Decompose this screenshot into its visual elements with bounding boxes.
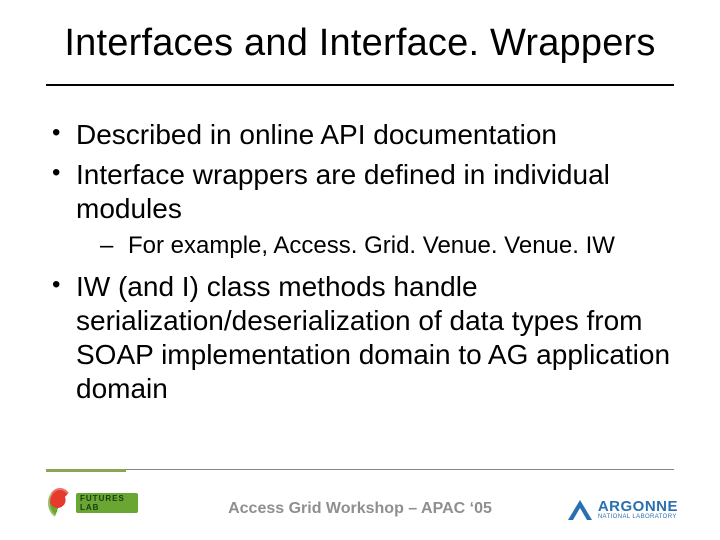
bullet-item: Interface wrappers are defined in indivi… [48, 158, 672, 262]
title-underline [46, 84, 674, 86]
slide-title: Interfaces and Interface. Wrappers [0, 22, 720, 65]
slide-body: Described in online API documentation In… [48, 118, 672, 412]
bullet-text: IW (and I) class methods handle serializ… [76, 271, 670, 404]
argonne-name: ARGONNE [598, 499, 678, 514]
argonne-sub: NATIONAL LABORATORY [598, 514, 678, 520]
bullet-item: Described in online API documentation [48, 118, 672, 152]
sub-bullet-item: For example, Access. Grid. Venue. Venue.… [76, 230, 672, 261]
sub-bullet-text: For example, Access. Grid. Venue. Venue.… [128, 232, 615, 259]
footer-divider [46, 469, 674, 470]
footer-accent [46, 469, 126, 472]
slide: Interfaces and Interface. Wrappers Descr… [0, 0, 720, 540]
triangle-icon [568, 500, 592, 520]
bullet-item: IW (and I) class methods handle serializ… [48, 270, 672, 407]
argonne-text: ARGONNE NATIONAL LABORATORY [598, 499, 678, 520]
sub-bullet-list: For example, Access. Grid. Venue. Venue.… [76, 230, 672, 261]
bullet-list: Described in online API documentation In… [48, 118, 672, 406]
argonne-logo: ARGONNE NATIONAL LABORATORY [568, 499, 678, 520]
bullet-text: Interface wrappers are defined in indivi… [76, 159, 610, 224]
bullet-text: Described in online API documentation [76, 119, 557, 150]
